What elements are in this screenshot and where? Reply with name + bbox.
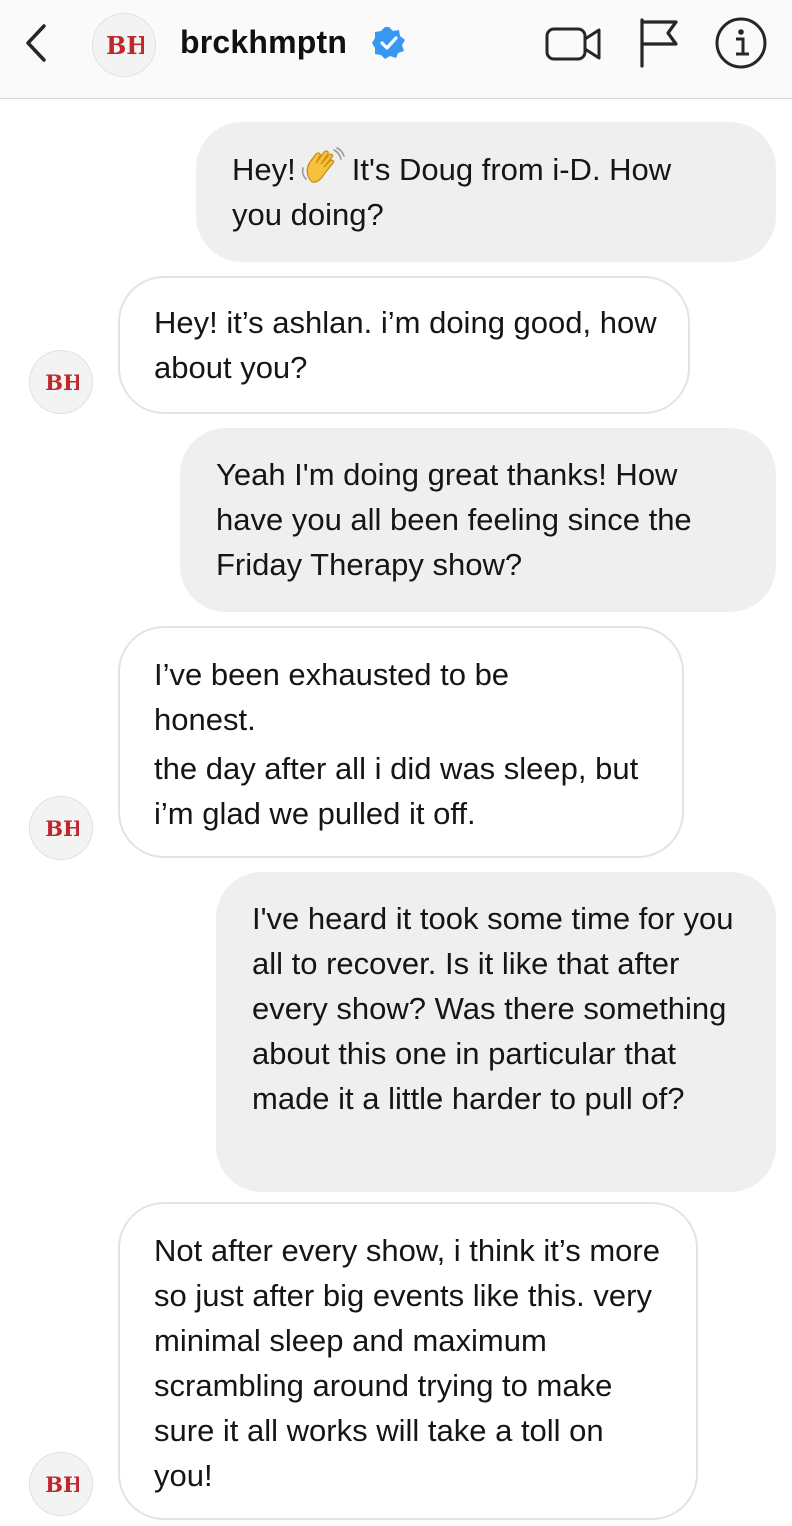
incoming-message[interactable]: Not after every show, i think it’s more …: [118, 1202, 698, 1520]
svg-text:BH: BH: [106, 31, 144, 60]
message-text-line-2: you doing?: [232, 197, 384, 232]
message-text: I’ve been exhausted to be honest.: [154, 657, 510, 737]
verified-badge-icon: [372, 27, 405, 59]
message-text: Not after every show, i think it’s more …: [154, 1233, 660, 1493]
message-text: Hey! It's Doug from i-D. How: [232, 146, 746, 192]
sender-avatar[interactable]: BH: [29, 350, 93, 414]
incoming-message[interactable]: I’ve been exhausted to be honest. the da…: [118, 626, 684, 858]
bh-logo: BH: [106, 31, 144, 60]
svg-text:BH: BH: [45, 816, 79, 841]
svg-text:BH: BH: [45, 1472, 79, 1497]
conversation-header: BH brckhmptn: [0, 0, 792, 99]
report-button[interactable]: [636, 16, 682, 68]
message-text: I've heard it took some time for you all…: [252, 901, 734, 1116]
waving-hand-emoji: [300, 146, 346, 188]
svg-text:BH: BH: [45, 370, 79, 395]
back-button[interactable]: [20, 18, 54, 68]
message-text: the day after all i did was sleep, but i…: [154, 751, 639, 831]
conversation-info-button[interactable]: [714, 16, 768, 70]
bh-logo: BH: [45, 816, 79, 841]
flag-icon: [640, 18, 678, 68]
bh-logo: BH: [45, 370, 79, 395]
outgoing-message[interactable]: I've heard it took some time for you all…: [216, 872, 776, 1192]
incoming-message[interactable]: Hey! it’s ashlan. i’m doing good, how ab…: [118, 276, 690, 414]
profile-avatar[interactable]: BH: [92, 13, 156, 77]
message-text: Yeah I'm doing great thanks! How have yo…: [216, 457, 692, 582]
video-call-icon: [545, 27, 601, 61]
message-text: Hey! it’s ashlan. i’m doing good, how ab…: [154, 305, 657, 385]
back-chevron-icon: [26, 24, 46, 62]
sender-avatar[interactable]: BH: [29, 1452, 93, 1516]
video-call-button[interactable]: [544, 24, 604, 64]
outgoing-message[interactable]: Hey! It's Doug from i-D. How you doing?: [196, 122, 776, 262]
bh-logo: BH: [45, 1472, 79, 1497]
info-icon: [715, 17, 767, 69]
outgoing-message[interactable]: Yeah I'm doing great thanks! How have yo…: [180, 428, 776, 612]
conversation-username[interactable]: brckhmptn: [180, 22, 347, 62]
sender-avatar[interactable]: BH: [29, 796, 93, 860]
